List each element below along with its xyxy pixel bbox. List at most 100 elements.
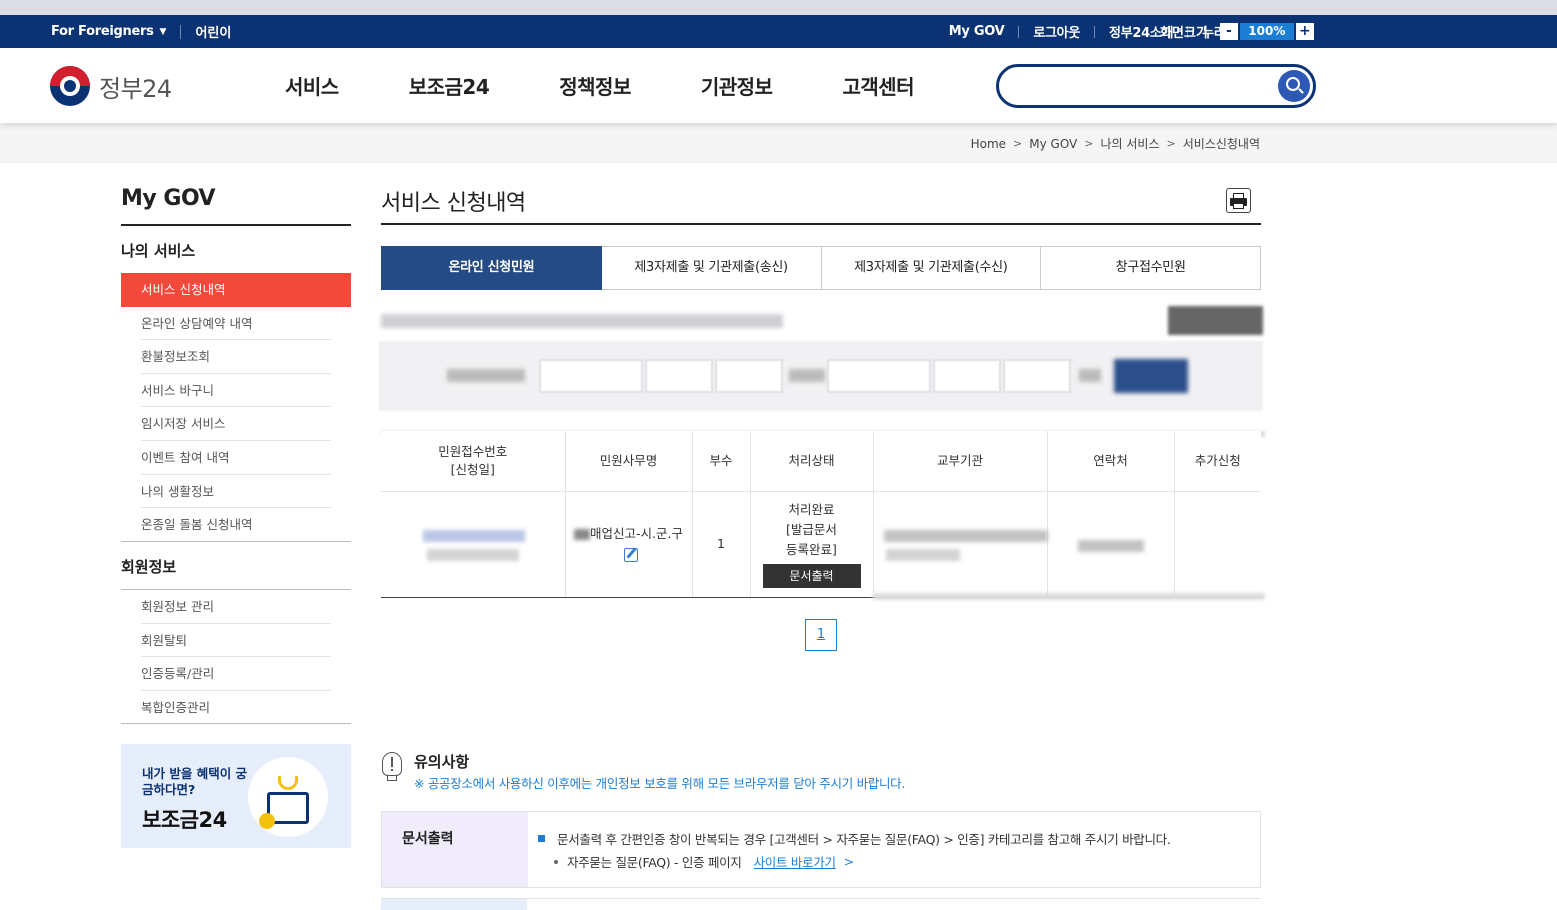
search-filter-area	[379, 341, 1263, 411]
cell-receipt-number[interactable]	[381, 491, 566, 597]
lnb-list-my-service: 서비스 신청내역 온라인 상담예약 내역 환불정보조회 서비스 바구니 임시저장…	[121, 273, 351, 542]
tab-bar: 온라인 신청민원 제3자제출 및 기관제출(송신) 제3자제출 및 기관제출(수…	[381, 246, 1261, 290]
for-foreigners-menu[interactable]: For Foreigners	[51, 24, 154, 39]
table-row: 매업신고-시.군.구 1 처리완료 [발급문서 등록완료] 문서출력	[381, 491, 1261, 597]
filter-start-day[interactable]	[715, 359, 783, 393]
lnb-item-life-info[interactable]: 나의 생활정보	[121, 475, 351, 509]
cell-status: 처리완료 [발급문서 등록완료] 문서출력	[750, 491, 874, 597]
filter-end-day[interactable]	[1003, 359, 1071, 393]
zoom-label: 화면크기	[1160, 26, 1208, 41]
filter-search-button[interactable]	[1114, 359, 1188, 393]
cell-additional	[1174, 491, 1261, 597]
lnb-item-service-history[interactable]: 서비스 신청내역	[121, 273, 351, 307]
redacted-button[interactable]	[1168, 306, 1263, 335]
mygov-link[interactable]: My GOV	[949, 24, 1005, 39]
lnb-list-member-info: 회원정보 관리 회원탈퇴 인증등록/관리 복합인증관리	[121, 590, 351, 724]
lnb-item-consult-reservation[interactable]: 온라인 상담예약 내역	[121, 307, 351, 341]
lnb-item-member-manage[interactable]: 회원정보 관리	[121, 590, 351, 624]
breadcrumb: Home > My GOV > 나의 서비스 > 서비스신청내역	[971, 135, 1260, 152]
breadcrumb-home[interactable]: Home	[971, 137, 1006, 151]
page-title: 서비스 신청내역	[381, 191, 526, 216]
browser-chrome-strip	[0, 0, 1557, 15]
caret-down-icon[interactable]: ▼	[160, 27, 167, 37]
info-label: 문서출력	[382, 812, 528, 887]
faq-site-link[interactable]: 사이트 바로가기	[754, 852, 836, 871]
lnb-title: My GOV	[121, 186, 216, 211]
kids-link[interactable]: 어린이	[195, 22, 231, 41]
filter-start-month[interactable]	[645, 359, 713, 393]
bullet-square-icon	[538, 835, 545, 842]
tab-counter-application[interactable]: 창구접수민원	[1041, 246, 1261, 290]
lnb-item-multi-cert[interactable]: 복합인증관리	[121, 691, 351, 725]
col-additional: 추가신청	[1174, 431, 1261, 492]
col-status: 처리상태	[750, 431, 874, 492]
lnb-item-event-history[interactable]: 이벤트 참여 내역	[121, 441, 351, 475]
lnb-item-service-basket[interactable]: 서비스 바구니	[121, 374, 351, 408]
info-line1: 문서출력 후 간편인증 창이 반복되는 경우 [고객센터 > 자주묻는 질문(F…	[538, 829, 1171, 848]
lnb-group-my-service: 나의 서비스	[121, 242, 196, 260]
lightbulb-icon	[381, 752, 403, 788]
cell-contact	[1047, 491, 1175, 597]
notice-subtitle: ※ 공공장소에서 사용하신 이후에는 개인정보 보호를 위해 모든 브라우저를 …	[414, 776, 906, 791]
print-document-button[interactable]: 문서출력	[762, 564, 861, 589]
notice-title: 유의사항	[414, 753, 470, 771]
service-name-text: 매업신고-시.군.구	[574, 526, 683, 541]
edit-icon[interactable]	[623, 547, 638, 562]
filter-end-month[interactable]	[933, 359, 1001, 393]
chevron-right-icon: >	[1166, 137, 1176, 150]
col-receipt-number: 민원접수번호 [신청일]	[381, 431, 566, 492]
breadcrumb-band: Home > My GOV > 나의 서비스 > 서비스신청내역	[0, 123, 1557, 163]
zoom-control: 화면크기 - 100% +	[1160, 15, 1314, 48]
logo-text: 정부24	[99, 74, 172, 103]
chevron-right-icon: >	[1084, 137, 1094, 150]
gift-box-icon	[248, 757, 328, 837]
zoom-in-button[interactable]: +	[1295, 23, 1314, 40]
zoom-value: 100%	[1239, 23, 1294, 40]
search-input[interactable]	[1017, 76, 1267, 96]
breadcrumb-current: 서비스신청내역	[1182, 137, 1260, 151]
promo-line1: 내가 받을 혜택이 궁금하다면?	[142, 766, 248, 797]
pagination-page-1[interactable]: 1	[805, 619, 837, 651]
lnb-group-member-info: 회원정보	[121, 558, 177, 576]
search-box	[996, 64, 1316, 108]
print-info-box: 문서출력 문서출력 후 간편인증 창이 반복되는 경우 [고객센터 > 자주묻는…	[381, 811, 1261, 888]
chevron-right-icon: >	[1013, 137, 1023, 150]
redacted-text	[381, 314, 783, 328]
promo-line2: 보조금24	[142, 808, 227, 832]
cell-service-name[interactable]: 매업신고-시.군.구	[565, 491, 693, 597]
info-line2: 자주묻는 질문(FAQ) - 인증 페이지 사이트 바로가기 >	[554, 852, 854, 871]
col-service-name: 민원사무명	[565, 431, 693, 492]
utility-bar: For Foreigners ▼ 어린이 My GOV 로그아웃 정부24소개 …	[0, 15, 1557, 48]
col-issuing-agency: 교부기관	[873, 431, 1048, 492]
nav-subsidy24[interactable]: 보조금24	[409, 71, 490, 100]
breadcrumb-mygov[interactable]: My GOV	[1029, 137, 1077, 151]
zoom-out-button[interactable]: -	[1219, 23, 1238, 40]
nav-policy[interactable]: 정책정보	[559, 71, 631, 100]
next-info-box	[381, 898, 1261, 910]
breadcrumb-my-service[interactable]: 나의 서비스	[1100, 135, 1159, 152]
bullet-dot-icon	[554, 859, 558, 864]
subsidy24-promo-banner[interactable]: 내가 받을 혜택이 궁금하다면? 보조금24	[121, 744, 351, 848]
cell-issuing-agency	[873, 491, 1048, 597]
lnb-item-cert-manage[interactable]: 인증등록/관리	[121, 657, 351, 691]
lnb-item-refund[interactable]: 환불정보조회	[121, 340, 351, 374]
site-logo[interactable]: 정부24	[50, 66, 172, 106]
chevron-right-icon: >	[843, 854, 854, 869]
print-button[interactable]	[1226, 188, 1251, 213]
nav-service[interactable]: 서비스	[285, 71, 339, 100]
nav-agency[interactable]: 기관정보	[701, 71, 773, 100]
col-copies: 부수	[692, 431, 751, 492]
lnb-item-temp-saved[interactable]: 임시저장 서비스	[121, 407, 351, 441]
logout-link[interactable]: 로그아웃	[1033, 22, 1080, 41]
global-header: 정부24 서비스 보조금24 정책정보 기관정보 고객센터	[0, 48, 1557, 123]
filter-start-year[interactable]	[539, 359, 643, 393]
lnb-item-care-application[interactable]: 온종일 돌봄 신청내역	[121, 508, 351, 542]
nav-customer-center[interactable]: 고객센터	[842, 71, 914, 100]
filter-end-year[interactable]	[827, 359, 931, 393]
col-contact: 연락처	[1047, 431, 1175, 492]
lnb-item-withdraw[interactable]: 회원탈퇴	[121, 624, 351, 658]
tab-third-party-send[interactable]: 제3자제출 및 기관제출(송신)	[601, 246, 822, 290]
tab-third-party-receive[interactable]: 제3자제출 및 기관제출(수신)	[821, 246, 1042, 290]
tab-online-application[interactable]: 온라인 신청민원	[381, 246, 602, 290]
search-button[interactable]	[1278, 70, 1310, 102]
